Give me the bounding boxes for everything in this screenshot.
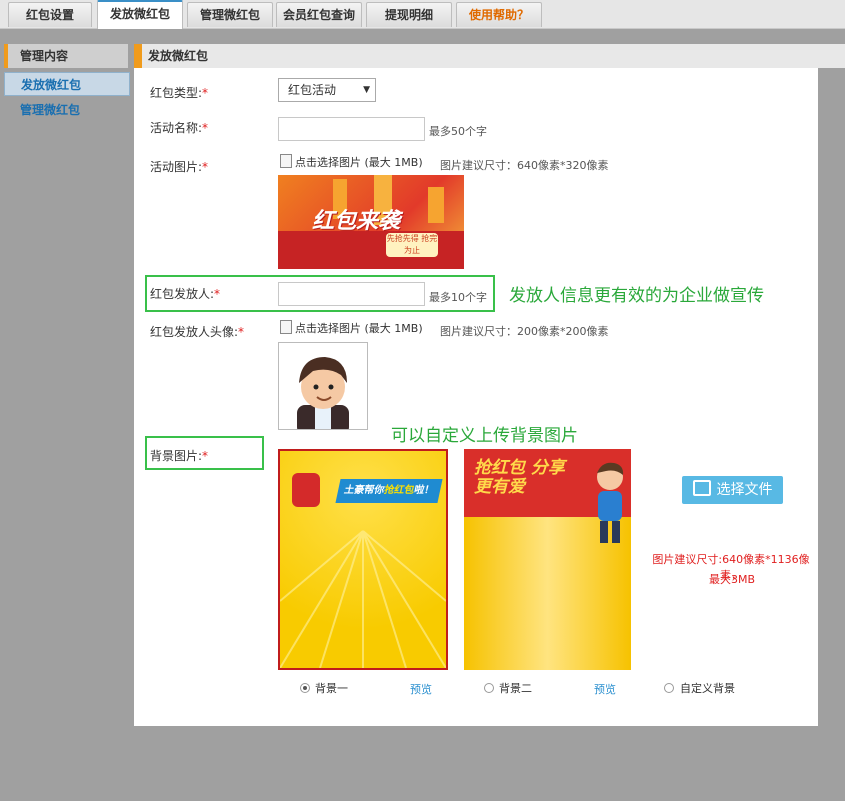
sidebar-item-send-micro-hongbao[interactable]: 发放微红包 — [4, 72, 130, 96]
image-label: 活动图片:* — [150, 158, 208, 175]
custom-background-label: 自定义背景 — [680, 682, 735, 695]
required-mark: * — [202, 449, 209, 463]
tab-manage-micro-hongbao[interactable]: 管理微红包 — [187, 2, 273, 27]
background-1-preview-link[interactable]: 预览 — [410, 681, 432, 697]
background-1-label: 背景一 — [315, 682, 348, 695]
bg1-banner: 土豪帮你抢红包啦！ — [335, 479, 443, 503]
activity-name-input[interactable] — [278, 117, 425, 141]
avatar-label-text: 红包发放人头像: — [150, 325, 239, 339]
sender-input[interactable] — [278, 282, 425, 306]
name-label-text: 活动名称: — [150, 121, 203, 135]
bg1-banner-post: 啦！ — [412, 485, 436, 496]
background-annotation: 可以自定义上传背景图片 — [391, 426, 578, 446]
sidebar-item-manage-micro-hongbao[interactable]: 管理微红包 — [4, 98, 130, 122]
avatar-label: 红包发放人头像:* — [150, 323, 244, 340]
bg2-character — [597, 462, 624, 543]
bg2-title: 抢红包 分享更有爱 — [474, 458, 565, 497]
bg1-banner-highlight: 抢红包 — [382, 485, 416, 496]
background-label: 背景图片:* — [150, 447, 208, 464]
image-upload-icon — [692, 480, 711, 496]
panel-title: 发放微红包 — [134, 44, 845, 68]
file-icon — [280, 154, 292, 168]
background-2-label: 背景二 — [499, 682, 532, 695]
type-label: 红包类型:* — [150, 84, 208, 101]
tab-send-micro-hongbao[interactable]: 发放微红包 — [97, 0, 183, 29]
avatar-upload-text: 点击选择图片 (最大 1MB) — [295, 322, 423, 335]
bg1-banner-pre: 土豪帮你 — [342, 485, 386, 496]
activity-image-upload[interactable]: 点击选择图片 (最大 1MB) — [280, 154, 423, 170]
background-1-radio[interactable] — [300, 683, 310, 693]
dropdown-arrow-icon: ▼ — [363, 85, 370, 95]
background-option-2-image[interactable]: 抢红包 分享更有爱 — [464, 449, 631, 670]
custom-background-radio[interactable] — [664, 683, 674, 693]
sender-hint: 最多10个字 — [429, 291, 487, 304]
activity-image-preview: 红包来袭 先抢先得 抢完为止 — [278, 175, 464, 269]
activity-image-badge: 先抢先得 抢完为止 — [386, 233, 438, 257]
tab-hongbao-settings[interactable]: 红包设置 — [8, 2, 92, 27]
activity-image-title: 红包来袭 — [312, 209, 401, 234]
background-2-radio[interactable] — [484, 683, 494, 693]
image-building — [428, 187, 444, 223]
sender-label: 红包发放人:* — [150, 285, 220, 302]
image-label-text: 活动图片: — [150, 160, 203, 174]
type-select[interactable]: 红包活动 ▼ — [278, 78, 376, 102]
upload-text: 点击选择图片 (最大 1MB) — [295, 156, 423, 169]
background-option-1-image[interactable]: 土豪帮你抢红包啦！ — [278, 449, 448, 670]
sender-label-text: 红包发放人: — [150, 287, 215, 301]
top-tab-bar: 红包设置 发放微红包 管理微红包 会员红包查询 提现明细 使用帮助？ — [0, 0, 845, 29]
choose-file-button[interactable]: 选择文件 — [682, 476, 783, 504]
avatar-illustration — [297, 357, 349, 429]
required-mark: * — [238, 325, 245, 339]
type-label-text: 红包类型: — [150, 86, 203, 100]
required-mark: * — [202, 121, 209, 135]
background-label-text: 背景图片: — [150, 449, 203, 463]
sidebar-header: 管理内容 — [4, 44, 128, 68]
required-mark: * — [214, 287, 221, 301]
tab-member-hongbao-query[interactable]: 会员红包查询 — [276, 2, 362, 27]
sender-annotation: 发放人信息更有效的为企业做宣传 — [509, 286, 764, 306]
name-hint: 最多50个字 — [429, 125, 487, 138]
avatar-upload[interactable]: 点击选择图片 (最大 1MB) — [280, 320, 423, 336]
tab-withdraw-details[interactable]: 提现明细 — [366, 2, 452, 27]
hongbao-mascot — [292, 473, 320, 507]
background-size-hint-2: 最大3MB — [708, 573, 756, 586]
type-select-value: 红包活动 — [288, 83, 337, 97]
file-icon — [280, 320, 292, 334]
tab-help[interactable]: 使用帮助？ — [456, 2, 542, 27]
image-size-hint: 图片建议尺寸：640像素*320像素 — [440, 159, 609, 172]
avatar-size-hint: 图片建议尺寸：200像素*200像素 — [440, 325, 609, 338]
required-mark: * — [202, 86, 209, 100]
avatar-preview — [278, 342, 368, 430]
required-mark: * — [202, 160, 209, 174]
choose-file-label: 选择文件 — [716, 482, 773, 498]
background-2-preview-link[interactable]: 预览 — [594, 681, 616, 697]
name-label: 活动名称:* — [150, 119, 208, 136]
